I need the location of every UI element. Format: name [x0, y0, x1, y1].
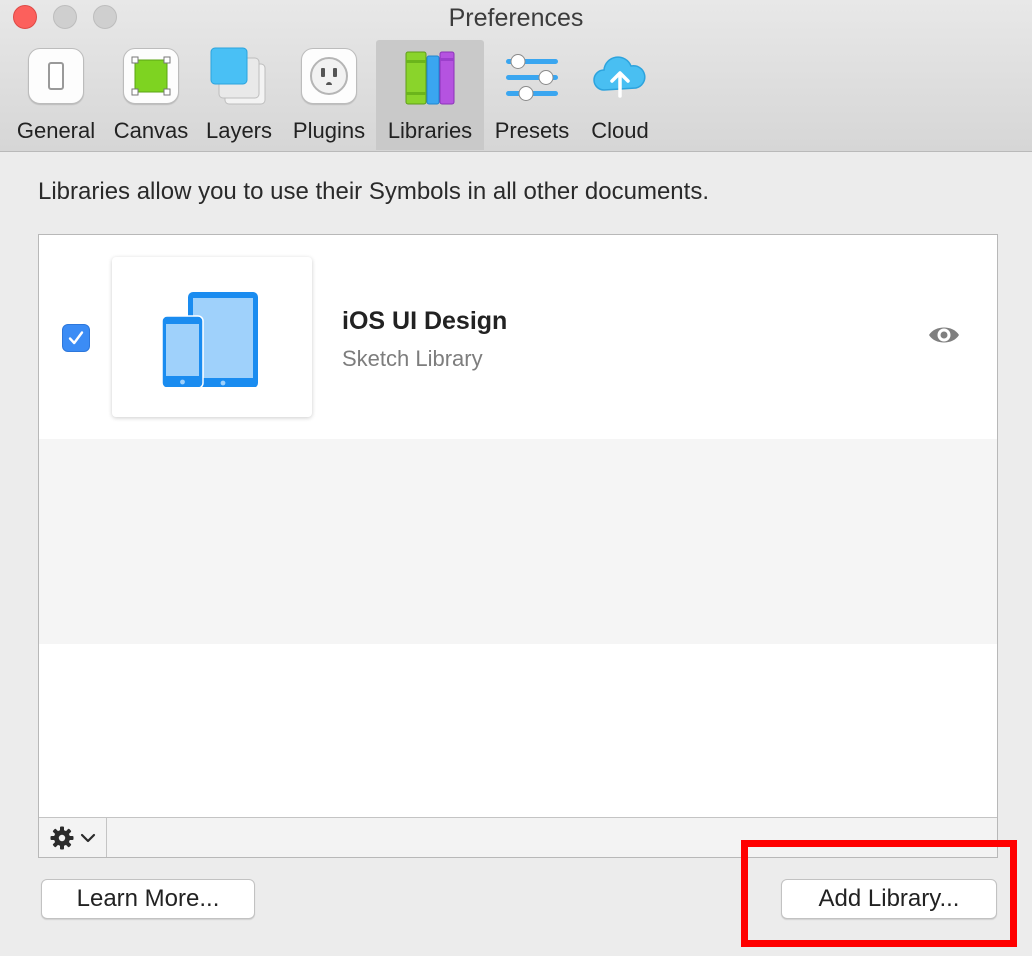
- libraries-table: iOS UI Design Sketch Library: [38, 234, 998, 858]
- window-title: Preferences: [448, 4, 584, 32]
- toolbar-item-canvas[interactable]: Canvas: [106, 40, 196, 150]
- toolbar-item-libraries[interactable]: Libraries: [376, 40, 484, 150]
- add-library-button[interactable]: Add Library...: [781, 879, 997, 919]
- books-icon: [405, 51, 455, 105]
- gear-icon: [50, 826, 73, 849]
- libraries-description: Libraries allow you to use their Symbols…: [38, 178, 709, 205]
- library-type: Sketch Library: [342, 346, 483, 371]
- toolbar-item-label: Layers: [205, 118, 273, 143]
- toolbar-item-cloud[interactable]: Cloud: [582, 40, 658, 150]
- window-titlebar: Preferences General Canvas Layers Plugin…: [0, 0, 1032, 152]
- table-footer-bar: [39, 817, 997, 857]
- toolbar-item-presets[interactable]: Presets: [490, 40, 574, 150]
- action-menu-button[interactable]: [39, 818, 107, 857]
- plug-socket-icon: [301, 48, 357, 104]
- library-enabled-checkbox[interactable]: [62, 324, 90, 352]
- library-row[interactable]: iOS UI Design Sketch Library: [39, 235, 997, 439]
- switch-icon: [28, 48, 84, 104]
- sliders-icon: [506, 54, 558, 101]
- library-name: iOS UI Design: [342, 307, 508, 335]
- eye-icon[interactable]: [927, 322, 961, 348]
- learn-more-button[interactable]: Learn More...: [41, 879, 255, 919]
- toolbar-item-label: Cloud: [591, 118, 649, 143]
- toolbar-item-label: General: [16, 118, 96, 143]
- toolbar-item-label: Plugins: [292, 118, 366, 143]
- chevron-down-icon: [80, 833, 95, 842]
- toolbar-item-label: Libraries: [387, 118, 473, 143]
- canvas-icon: [123, 48, 179, 104]
- toolbar-item-layers[interactable]: Layers: [200, 40, 278, 150]
- layers-icon: [210, 47, 266, 105]
- toolbar-item-general[interactable]: General: [10, 40, 102, 150]
- cloud-upload-icon: [593, 56, 646, 98]
- toolbar-item-label: Presets: [494, 118, 570, 143]
- empty-row: [39, 439, 997, 644]
- ios-devices-icon: [162, 292, 258, 387]
- library-thumbnail: [112, 257, 312, 417]
- checkmark-icon: [68, 331, 84, 345]
- toolbar-item-label: Canvas: [113, 118, 189, 143]
- toolbar-item-plugins[interactable]: Plugins: [286, 40, 372, 150]
